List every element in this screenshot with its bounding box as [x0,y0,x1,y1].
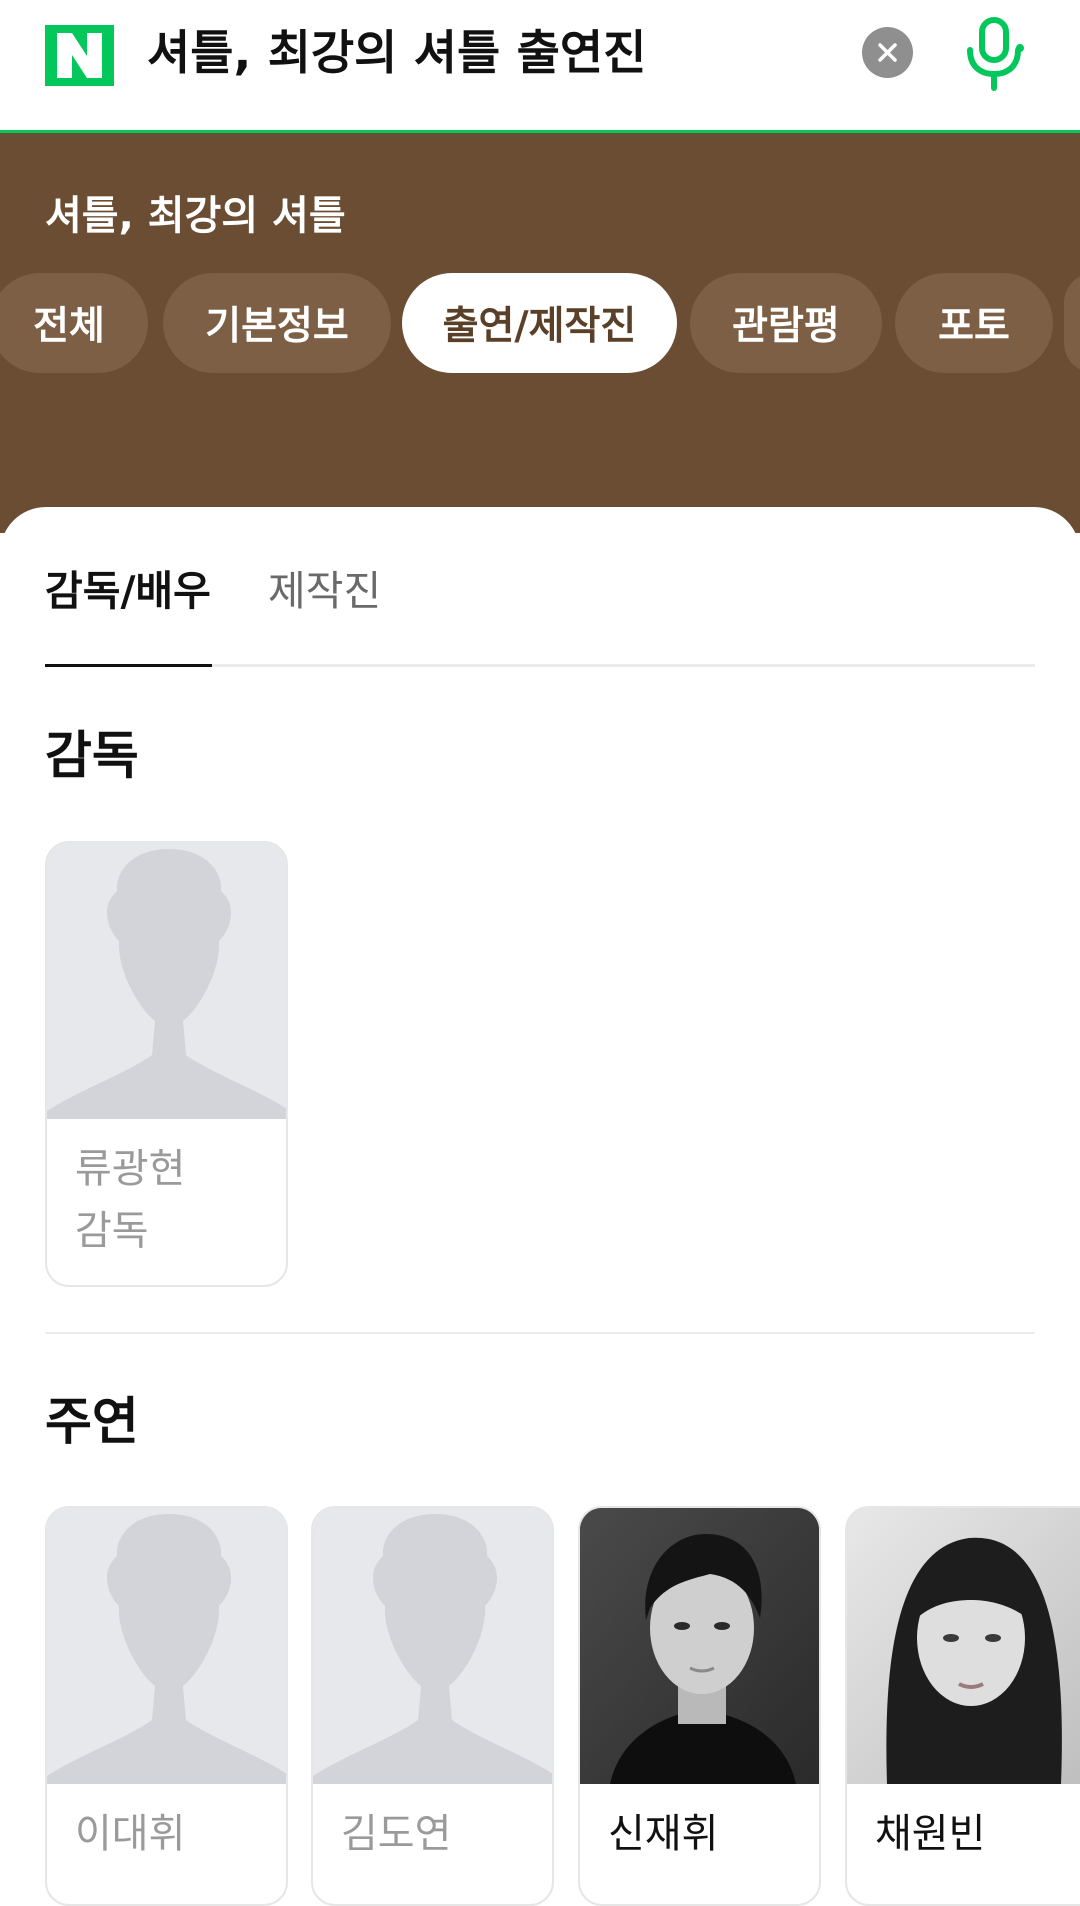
person-role: 감독 [75,1208,149,1254]
person-photo [580,1508,819,1784]
sub-tab-bar: 감독/배우 제작진 [45,507,1035,667]
subtab-crew[interactable]: 제작진 [268,565,381,617]
clear-search-button[interactable] [862,27,913,78]
person-photo [847,1508,1080,1784]
naver-logo-icon[interactable] [45,25,114,86]
active-tab-indicator [45,664,212,667]
person-card-cast[interactable]: 채원빈 [845,1506,1080,1906]
female-portrait-photo [847,1508,1080,1784]
person-name: 김도연 [341,1811,452,1857]
person-name: 이대휘 [75,1811,186,1857]
subtab-director-actor[interactable]: 감독/배우 [45,565,211,617]
tab-more-partial[interactable] [1064,273,1080,373]
movie-header: 셔틀, 최강의 셔틀 전체 기본정보 출연/제작진 관람평 포토 [0,133,1080,533]
microphone-icon [967,17,1024,91]
person-silhouette-icon [313,1514,552,1784]
person-photo [47,1508,286,1784]
person-photo [47,843,286,1119]
person-photo [313,1508,552,1784]
section-divider [45,1332,1035,1334]
tab-basic-info[interactable]: 기본정보 [163,273,391,373]
person-card-cast[interactable]: 이대휘 [45,1506,288,1906]
director-section-title: 감독 [45,727,139,786]
tab-photos[interactable]: 포토 [895,273,1053,373]
search-bar: 셔틀, 최강의 셔틀 출연진 [0,0,1080,133]
voice-search-button[interactable] [962,16,1026,92]
person-name: 채원빈 [875,1811,986,1857]
search-query-text[interactable]: 셔틀, 최강의 셔틀 출연진 [147,26,646,82]
content-sheet: 감독/배우 제작진 감독 류광현 감독 주연 이대휘 김도연 신재휘 채원빈 [0,507,1080,1906]
cast-section-title: 주연 [45,1393,139,1452]
tab-reviews[interactable]: 관람평 [690,273,882,373]
person-name: 신재휘 [608,1811,719,1857]
person-card-cast[interactable]: 신재휘 [578,1506,821,1906]
close-icon [878,43,897,62]
person-name: 류광현 [75,1146,186,1192]
tab-all[interactable]: 전체 [0,273,148,373]
tab-cast-crew[interactable]: 출연/제작진 [402,273,677,373]
person-card-director[interactable]: 류광현 감독 [45,841,288,1287]
movie-title[interactable]: 셔틀, 최강의 셔틀 [45,191,346,241]
person-silhouette-icon [47,849,286,1119]
person-silhouette-icon [47,1514,286,1784]
male-portrait-photo [580,1508,819,1784]
person-card-cast[interactable]: 김도연 [311,1506,554,1906]
